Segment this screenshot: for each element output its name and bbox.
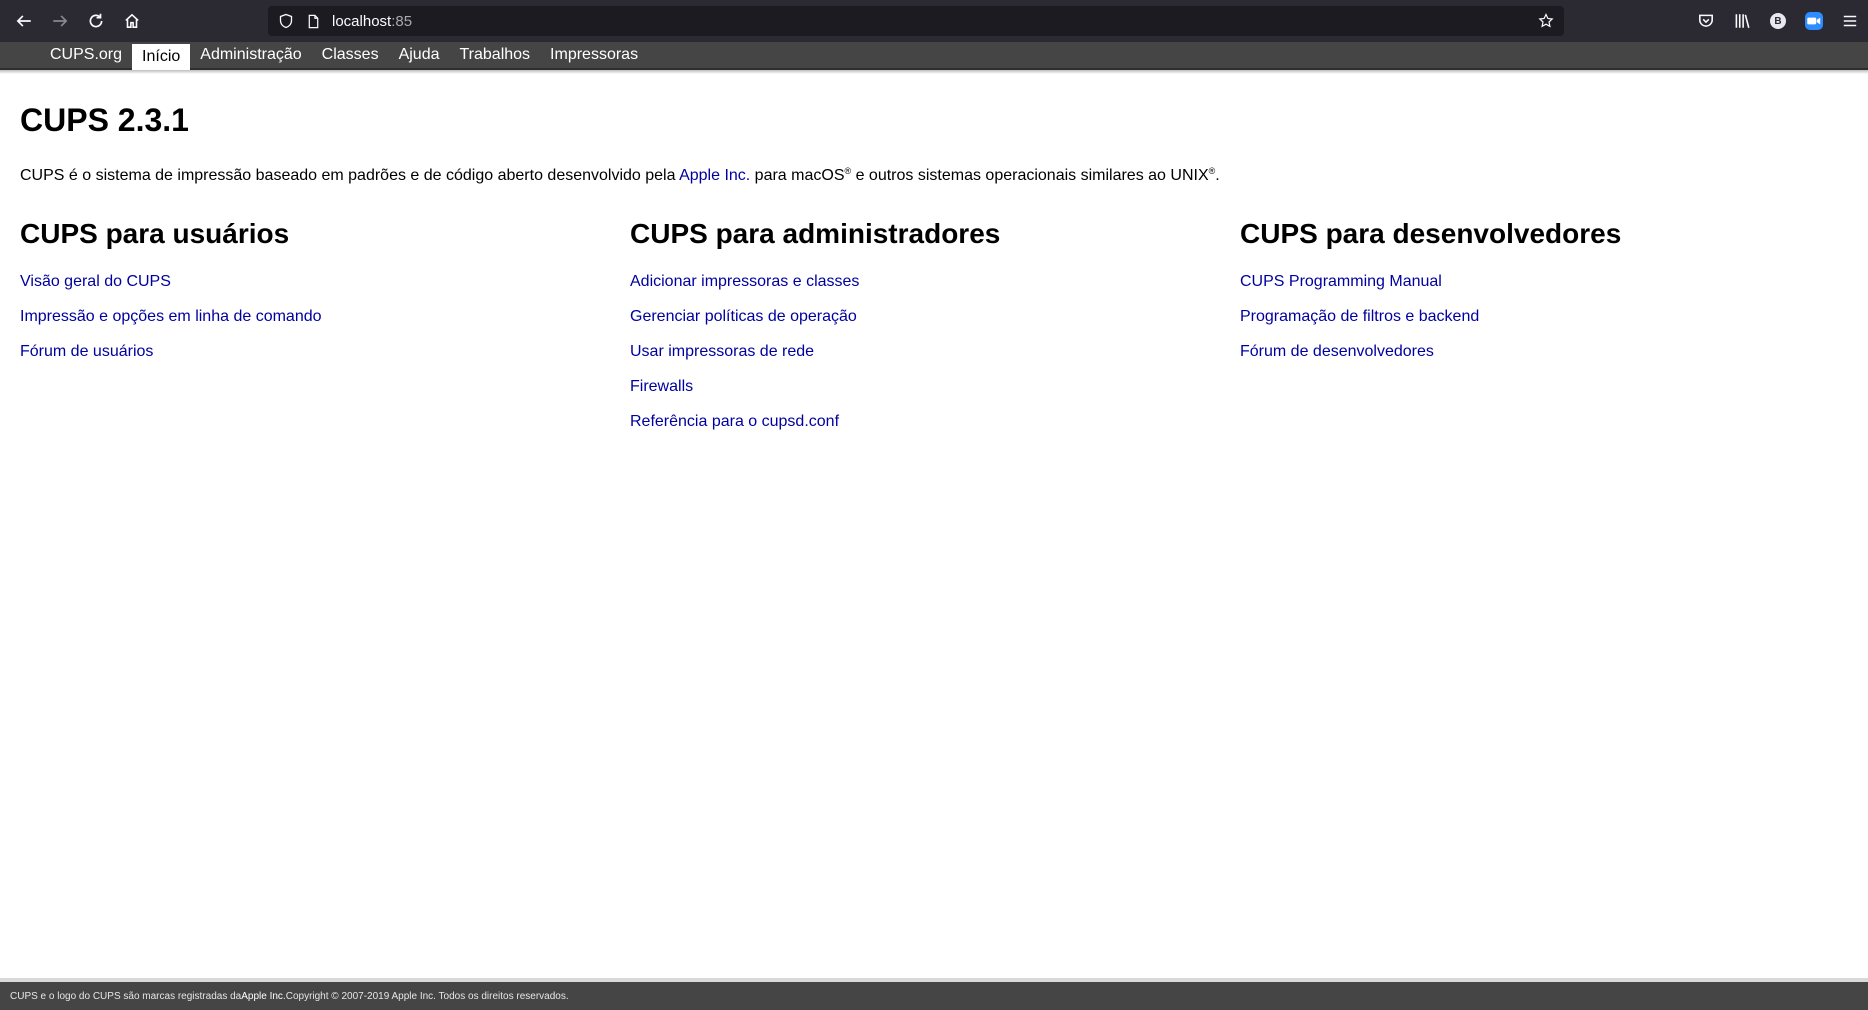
nav-ajuda[interactable]: Ajuda [389,42,450,68]
list-item: CUPS Programming Manual [1240,272,1850,292]
nav-cups-org[interactable]: CUPS.org [40,42,132,68]
toolbar-right: B [1688,0,1868,42]
page-title: CUPS 2.3.1 [20,102,189,138]
list-item: Adicionar impressoras e classes [630,272,1240,292]
link-add-printers[interactable]: Adicionar impressoras e classes [630,273,859,290]
cups-nav: CUPS.org Início Administração Classes Aj… [0,42,1868,70]
list-item: Firewalls [630,377,1240,397]
link-list: Adicionar impressoras e classes Gerencia… [630,272,1240,432]
link-command-line[interactable]: Impressão e opções em linha de comando [20,308,322,325]
link-network-printers[interactable]: Usar impressoras de rede [630,343,814,360]
account-button[interactable]: B [1760,3,1796,39]
home-icon [125,13,139,28]
url-port: :85 [391,12,413,30]
link-cupsd-conf[interactable]: Referência para o cupsd.conf [630,413,839,430]
intro-text-3: e outros sistemas operacionais similares… [851,167,1209,184]
intro-text-1: CUPS é o sistema de impressão baseado em… [20,167,680,184]
url-host: localhost [332,12,392,30]
column-admins: CUPS para administradores Adicionar impr… [630,218,1240,447]
nav-trabalhos[interactable]: Trabalhos [449,42,540,68]
nav-inicio[interactable]: Início [132,44,191,70]
list-item: Programação de filtros e backend [1240,307,1850,327]
intro-text-end: . [1215,167,1220,184]
back-button[interactable] [6,3,42,39]
list-item: Impressão e opções em linha de comando [20,307,630,327]
reload-button[interactable] [78,3,114,39]
main-content: CUPS 2.3.1 CUPS é o sistema de impressão… [20,74,1850,447]
list-item: Referência para o cupsd.conf [630,412,1240,432]
nav-classes[interactable]: Classes [312,42,389,68]
list-item: Fórum de usuários [20,342,630,362]
list-item: Fórum de desenvolvedores [1240,342,1850,362]
column-heading: CUPS para administradores [630,218,1001,249]
page-icon[interactable] [304,12,322,30]
zoom-extension-button[interactable] [1796,3,1832,39]
columns: CUPS para usuários Visão geral do CUPS I… [20,218,1850,447]
footer-apple: Apple Inc. [241,990,286,1002]
link-filters-backend[interactable]: Programação de filtros e backend [1240,308,1479,325]
star-icon[interactable] [1536,11,1556,31]
intro-paragraph: CUPS é o sistema de impressão baseado em… [20,161,1850,186]
list-item: Gerenciar políticas de operação [630,307,1240,327]
home-button[interactable] [114,3,150,39]
apple-link[interactable]: Apple Inc. [679,167,750,184]
link-developer-forum[interactable]: Fórum de desenvolvedores [1240,343,1434,360]
list-item: Visão geral do CUPS [20,272,630,292]
list-item: Usar impressoras de rede [630,342,1240,362]
column-users: CUPS para usuários Visão geral do CUPS I… [20,218,630,447]
account-icon: B [1770,13,1786,29]
column-developers: CUPS para desenvolvedores CUPS Programmi… [1240,218,1850,447]
arrow-left-icon [16,15,31,27]
arrow-right-icon [53,15,68,27]
url-bar[interactable]: localhost:85 [268,6,1564,36]
navigation-buttons [0,3,150,39]
footer-text-1: CUPS e o logo do CUPS são marcas registr… [10,990,242,1002]
link-policies[interactable]: Gerenciar políticas de operação [630,308,857,325]
forward-button[interactable] [42,3,78,39]
hamburger-menu-icon [1843,15,1857,27]
link-user-forum[interactable]: Fórum de usuários [20,343,153,360]
link-firewalls[interactable]: Firewalls [630,378,693,395]
intro-text-2: para macOS [750,167,845,184]
link-list: CUPS Programming Manual Programação de f… [1240,272,1850,362]
menu-button[interactable] [1832,3,1868,39]
link-list: Visão geral do CUPS Impressão e opções e… [20,272,630,362]
footer-text-2: Copyright © 2007-2019 Apple Inc. Todos o… [285,990,569,1002]
url-text[interactable]: localhost:85 [332,13,412,30]
column-heading: CUPS para usuários [20,218,290,249]
reload-icon [89,13,103,28]
pocket-icon [1699,14,1713,27]
browser-toolbar: localhost:85 B [0,0,1868,42]
library-button[interactable] [1724,3,1760,39]
library-icon [1735,14,1750,28]
pocket-button[interactable] [1688,3,1724,39]
nav-impressoras[interactable]: Impressoras [540,42,648,68]
link-overview[interactable]: Visão geral do CUPS [20,273,171,290]
link-programming-manual[interactable]: CUPS Programming Manual [1240,273,1442,290]
column-heading: CUPS para desenvolvedores [1240,218,1622,249]
zoom-extension-icon [1805,12,1823,30]
nav-administracao[interactable]: Administração [190,42,311,68]
footer: CUPS e o logo do CUPS são marcas registr… [0,978,1868,1010]
shield-icon[interactable] [276,11,296,31]
